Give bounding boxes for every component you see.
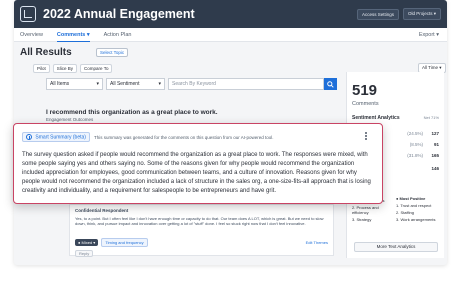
smart-summary-popup: Smart Summary (beta) This summary was ge… (13, 123, 383, 204)
sentiment-row-count: 127 (431, 131, 439, 136)
sentiment-row-count: 91 (433, 142, 439, 147)
search-icon (327, 80, 334, 88)
sentiment-row-pct: (31.8%) (407, 153, 423, 158)
search-button[interactable] (324, 78, 337, 90)
sparkle-icon (26, 134, 32, 140)
question-text: I recommend this organization as a great… (46, 109, 218, 116)
smart-summary-note: This summary was generated for the comme… (93, 134, 274, 140)
sentiment-row-count: 146 (431, 166, 439, 171)
theme-item: 2. Staffing (396, 210, 414, 215)
page-title: All Results (20, 47, 72, 58)
filter-chips: Pilot Slice By Compare To (33, 64, 115, 73)
theme-item: 2. Process and efficiency (352, 205, 379, 215)
theme-item: 3. Work arrangements (396, 217, 436, 222)
more-text-analytics-button[interactable]: More Text Analytics (354, 242, 438, 252)
edit-themes-link[interactable]: Edit Themes (306, 240, 328, 245)
app-logo-icon (20, 6, 36, 22)
response-tags: ● Mixed ▾ Timing and frequency (75, 238, 148, 247)
tab-bar: Overview Comments ▾ Action Plan Export ▾ (14, 28, 447, 42)
themes-positive-heading: ● Most Positive (396, 196, 426, 201)
tab-overview[interactable]: Overview (20, 28, 43, 42)
comment-count: 519 (352, 82, 378, 99)
smart-summary-badge-label: Smart Summary (beta) (35, 134, 86, 141)
sentiment-row-pct: (8.5%) (409, 142, 423, 147)
tab-comments[interactable]: Comments ▾ (56, 28, 90, 42)
themes-panel: 1. Customer focus 2. Process and efficie… (348, 196, 444, 254)
items-dropdown-label: All Items (50, 81, 70, 87)
smart-summary-header: Smart Summary (beta) This summary was ge… (22, 132, 274, 143)
sentiment-row-count: 165 (431, 153, 439, 158)
comment-count-label: Comments (352, 101, 379, 107)
items-dropdown[interactable]: All Items ▾ (46, 78, 103, 90)
chip-slice-by[interactable]: Slice By (52, 64, 78, 73)
sentiment-dropdown[interactable]: All Sentiment ▾ (106, 78, 165, 90)
smart-summary-text: The survey question asked if people woul… (22, 152, 371, 194)
chevron-down-icon: ▾ (96, 81, 99, 87)
question-category: Engagement Outcomes (46, 117, 94, 122)
sentiment-row-pct: (24.5%) (407, 131, 423, 136)
select-topic-button[interactable]: Select Topic (96, 48, 129, 57)
access-settings-button[interactable]: Access Settings (356, 8, 399, 20)
respondent-name: Confidential Respondent (75, 208, 129, 213)
app-title: 2022 Annual Engagement (43, 7, 195, 21)
theme-tag[interactable]: Timing and frequency (101, 238, 148, 247)
top-bar: 2022 Annual Engagement Access Settings O… (14, 0, 447, 28)
smart-summary-badge: Smart Summary (beta) (22, 132, 90, 143)
response-card: Confidential Respondent Yes, to a point.… (69, 204, 334, 257)
sentiment-dropdown-label: All Sentiment (110, 81, 140, 87)
chip-compare-to[interactable]: Compare To (80, 64, 113, 73)
sentiment-tag-dropdown[interactable]: ● Mixed ▾ (75, 239, 99, 246)
sentiment-title: Sentiment Analytics (352, 115, 400, 121)
search-input[interactable]: Search By Keyword (168, 78, 324, 90)
response-text: Yes, to a point. But I often feel like I… (75, 216, 324, 226)
theme-item: 3. Strategy (352, 217, 372, 222)
old-projects-button[interactable]: Old Projects ▾ (402, 8, 441, 20)
reply-button[interactable]: Reply (75, 250, 94, 257)
theme-item: 1. Trust and respect (396, 203, 432, 208)
more-options-icon[interactable] (365, 132, 368, 142)
chip-pilot[interactable]: Pilot (33, 64, 50, 73)
sentiment-net: Net 71% (423, 115, 439, 120)
filter-bar: All Items ▾ All Sentiment ▾ Search By Ke… (46, 78, 337, 90)
tab-action-plan[interactable]: Action Plan (104, 28, 132, 42)
themes-positive-column: ● Most Positive 1. Trust and respect 2. … (396, 196, 442, 224)
chevron-down-icon: ▾ (158, 81, 161, 87)
export-button[interactable]: Export ▾ (419, 32, 439, 38)
